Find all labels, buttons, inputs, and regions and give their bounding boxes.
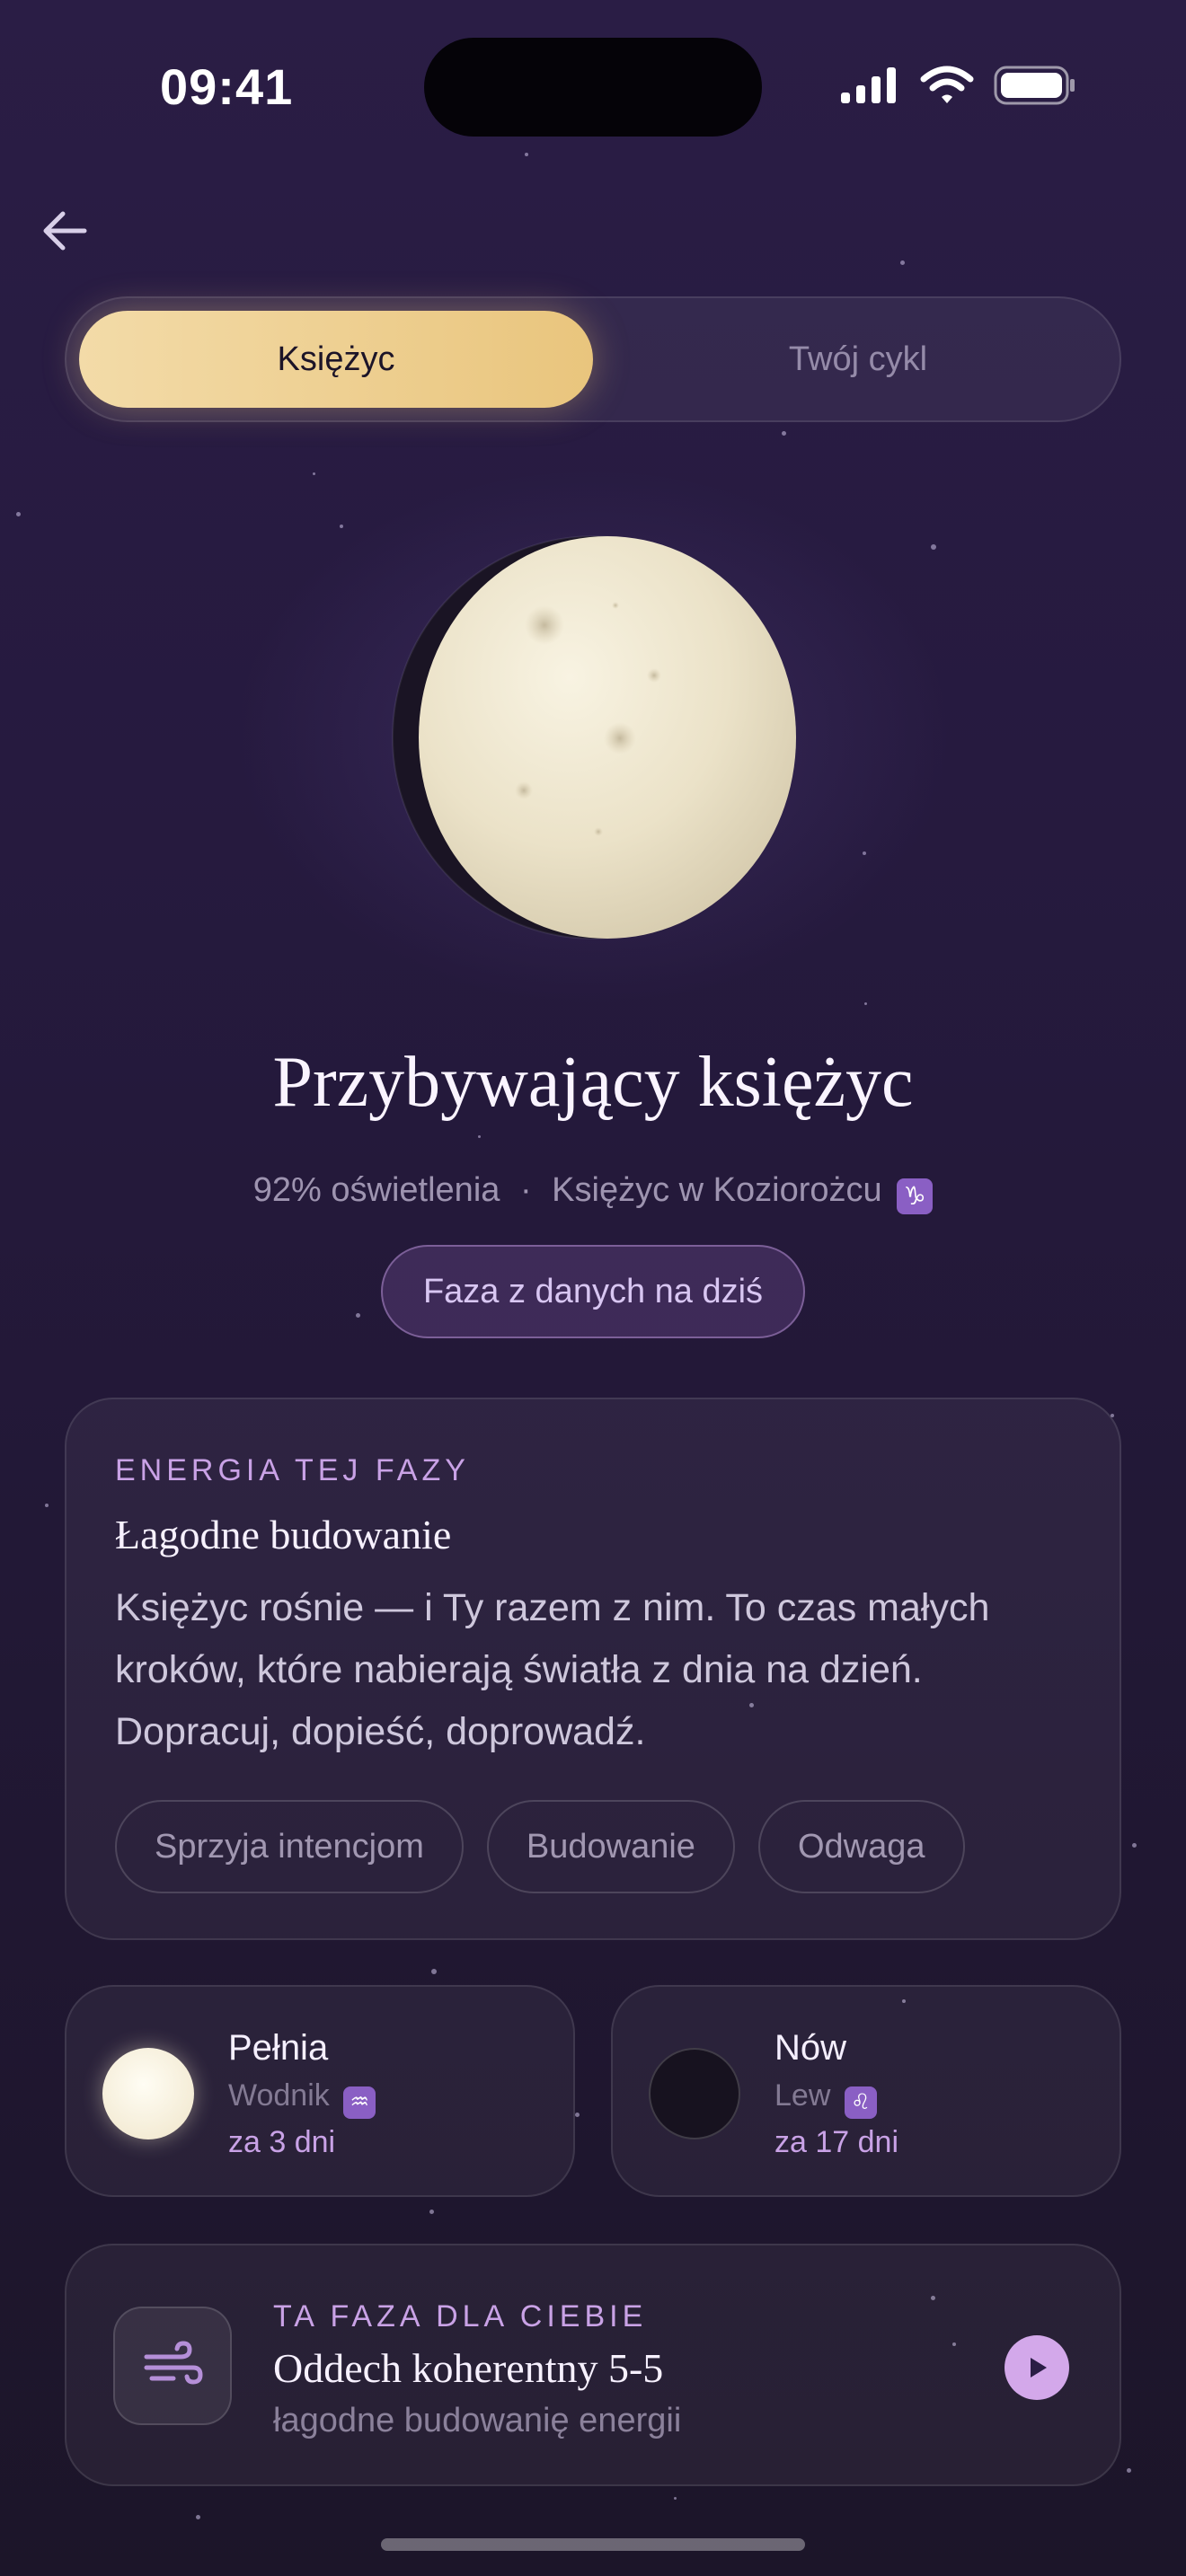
tab-moon[interactable]: Księżyc	[79, 311, 593, 408]
practice-eyebrow: TA FAZA DLA CIEBIE	[273, 2299, 648, 2333]
back-button[interactable]	[36, 201, 95, 260]
capricorn-icon: ♑	[897, 1178, 934, 1214]
next-full-moon-card[interactable]: Pełnia Wodnik ♒ za 3 dni	[65, 1985, 575, 2197]
illumination-text: 92% oświetlenia	[252, 1171, 500, 1209]
energy-title: Łagodne budowanie	[115, 1512, 452, 1557]
dynamic-island	[424, 38, 762, 137]
next-phase-sign: Wodnik ♒	[228, 2078, 376, 2119]
tab-your-cycle[interactable]: Twój cykl	[606, 311, 1111, 408]
status-icons	[839, 63, 1076, 108]
energy-eyebrow: ENERGIA TEJ FAZY	[115, 1453, 470, 1487]
status-bar: 09:41	[0, 0, 1186, 171]
wind-icon	[144, 2341, 203, 2385]
battery-icon	[994, 66, 1075, 105]
aquarius-icon: ♒	[343, 2086, 376, 2119]
sign-name: Lew	[774, 2078, 831, 2113]
next-phase-countdown: za 17 dni	[774, 2125, 898, 2159]
sign-name: Wodnik	[228, 2078, 330, 2113]
moon-phase-title: Przybywający księżyc	[272, 1043, 914, 1122]
new-moon-icon	[649, 2048, 740, 2139]
status-time: 09:41	[160, 58, 294, 115]
tag-courage[interactable]: Odwaga	[757, 1800, 965, 1893]
next-phase-name: Pełnia	[228, 2028, 329, 2068]
next-new-moon-card[interactable]: Nów Lew ♌ za 17 dni	[611, 1985, 1121, 2197]
energy-tags: Sprzyja intencjom Budowanie Odwaga	[115, 1800, 965, 1893]
play-icon	[1031, 2358, 1047, 2378]
practice-title: Oddech koherentny 5-5	[273, 2345, 664, 2391]
full-moon-icon	[102, 2048, 194, 2139]
phase-practice-card[interactable]: TA FAZA DLA CIEBIE Oddech koherentny 5-5…	[65, 2244, 1121, 2486]
tag-intentions[interactable]: Sprzyja intencjom	[115, 1800, 464, 1893]
phase-energy-card: ENERGIA TEJ FAZY Łagodne budowanie Księż…	[65, 1398, 1121, 1940]
next-phase-name: Nów	[774, 2028, 847, 2068]
next-phase-sign: Lew ♌	[774, 2078, 877, 2119]
play-button[interactable]	[1005, 2335, 1069, 2400]
tag-building[interactable]: Budowanie	[486, 1800, 735, 1893]
arrow-left-icon	[43, 211, 87, 251]
wifi-icon	[920, 66, 974, 103]
leo-icon: ♌	[844, 2086, 877, 2119]
home-indicator[interactable]	[381, 2538, 805, 2551]
moon-sign-text: Księżyc w Koziorożcu	[552, 1171, 882, 1209]
data-source-chip[interactable]: Faza z danych na dziś	[381, 1245, 805, 1338]
next-phase-countdown: za 3 dni	[228, 2125, 336, 2159]
moon-phase-illustration	[392, 535, 796, 940]
energy-description: Księżyc rośnie — i Ty razem z nim. To cz…	[115, 1586, 990, 1753]
practice-icon-tile	[113, 2307, 232, 2425]
separator: ·	[519, 1171, 532, 1209]
view-toggle: Księżyc Twój cykl	[65, 296, 1121, 422]
moon-phase-details: 92% oświetlenia · Księżyc w Koziorożcu ♑	[0, 1171, 1186, 1214]
practice-subtitle: łagodne budowanię energii	[273, 2402, 682, 2439]
cellular-signal-icon	[841, 67, 896, 103]
